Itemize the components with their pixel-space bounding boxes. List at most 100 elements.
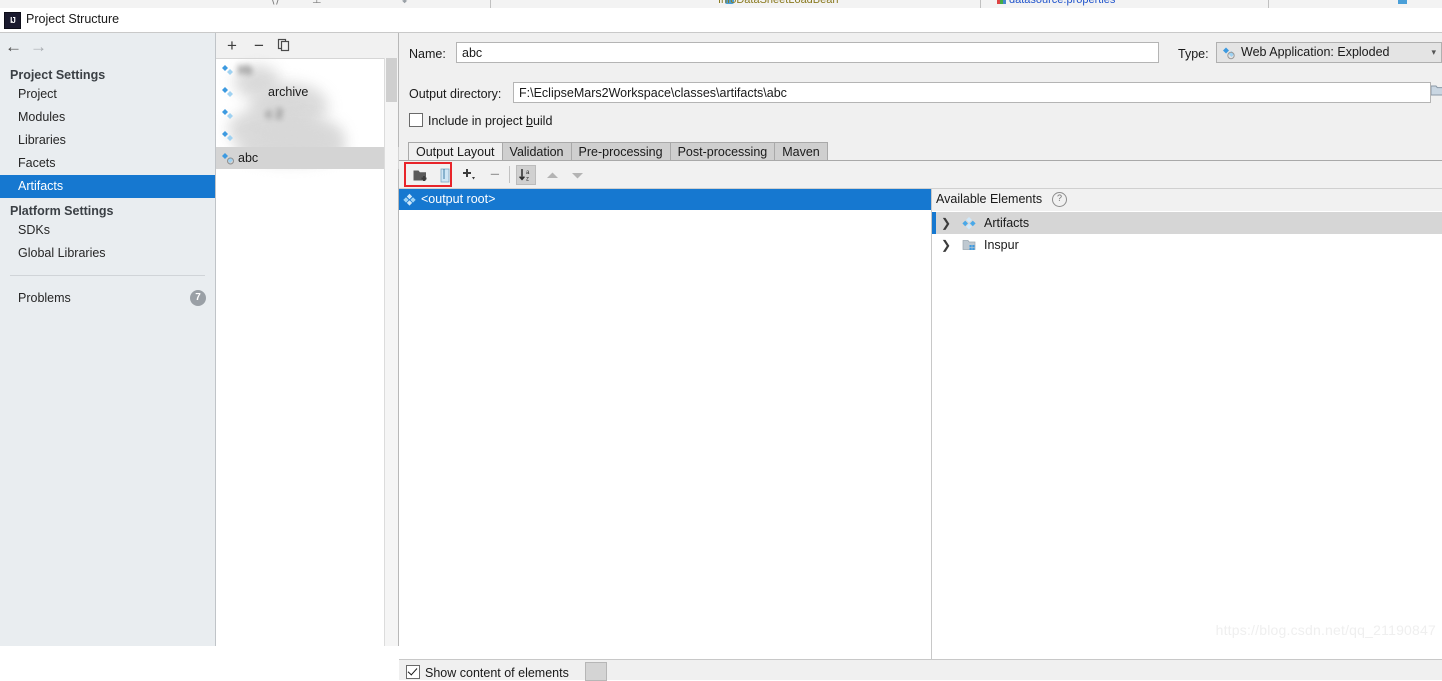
type-label: Type: — [1178, 47, 1209, 61]
sidebar-divider — [10, 275, 205, 276]
list-item-label: lrb — [238, 63, 252, 77]
tab-post-processing[interactable]: Post-processing — [669, 142, 775, 161]
sidebar-item-facets[interactable]: Facets — [0, 152, 215, 175]
remove-artifact-button[interactable]: − — [249, 35, 269, 55]
available-element-label: Artifacts — [984, 216, 1030, 230]
available-element-artifacts[interactable]: ❯ Artifacts — [932, 212, 1442, 234]
artifact-icon — [221, 85, 235, 99]
create-archive-button[interactable] — [436, 165, 454, 185]
artifact-details-panel: Name: abc Type: Web Application: Explode… — [399, 33, 1442, 681]
remove-element-button[interactable]: − — [485, 165, 505, 185]
sort-az-icon: a z — [519, 169, 530, 182]
footer-button[interactable] — [585, 662, 607, 681]
help-icon[interactable]: ? — [1052, 192, 1067, 207]
list-item-label: c 2 — [266, 107, 283, 121]
sidebar-item-libraries[interactable]: Libraries — [0, 129, 215, 152]
name-label: Name: — [409, 47, 446, 61]
checkbox-box[interactable] — [409, 113, 423, 127]
artifact-tabs: Output Layout Validation Pre-processing Pos… — [408, 142, 828, 161]
sidebar-group-project-settings: Project Settings — [10, 68, 106, 82]
show-content-of-elements-checkbox[interactable]: Show content of elements — [406, 665, 569, 680]
add-copy-of-button[interactable] — [459, 165, 481, 185]
artifact-icon — [221, 151, 235, 165]
background-glyph-2: ⊥ — [312, 0, 322, 6]
artifact-icon — [221, 63, 235, 77]
available-element-label: Inspur — [984, 238, 1019, 252]
artifacts-list-panel: + − lrb archive c 2 abc — [216, 33, 420, 647]
sidebar-item-modules[interactable]: Modules — [0, 106, 215, 129]
arrow-right-icon[interactable]: → — [30, 38, 47, 55]
include-in-build-label: Include in project build — [428, 114, 553, 128]
sidebar-item-label: Problems — [18, 291, 71, 305]
page-title: Project Structure — [26, 12, 120, 26]
artifact-icon — [221, 107, 235, 121]
toolbar-separator — [509, 166, 510, 183]
sidebar-item-global-libraries[interactable]: Global Libraries — [0, 242, 215, 265]
triangle-up-icon — [546, 172, 558, 178]
tab-maven[interactable]: Maven — [774, 142, 828, 161]
chevron-down-icon[interactable]: ▾ — [1431, 43, 1436, 62]
triangle-down-icon — [571, 172, 583, 178]
available-elements-title: Available Elements — [936, 192, 1043, 206]
output-directory-label: Output directory: — [409, 87, 502, 101]
available-element-inspur[interactable]: ❯ Inspur — [932, 234, 1442, 256]
list-item-label: abc — [238, 151, 259, 165]
name-input[interactable]: abc — [456, 42, 1159, 63]
background-divider-1 — [490, 0, 491, 8]
output-root-label: <output root> — [421, 192, 496, 206]
background-glyph-1: ⟨⟩ — [271, 0, 280, 6]
background-tab-1[interactable]: InfoDataSheetLoadBean — [718, 0, 839, 6]
show-content-label: Show content of elements — [425, 666, 569, 680]
copy-artifact-button[interactable] — [274, 35, 294, 55]
sidebar-group-platform-settings: Platform Settings — [10, 204, 114, 218]
output-directory-input[interactable]: F:\EclipseMars2Workspace\classes\artifac… — [513, 82, 1431, 103]
tab-pre-processing[interactable]: Pre-processing — [570, 142, 670, 161]
settings-sidebar: ← → Project Settings Project Modules Lib… — [0, 33, 216, 646]
scrollbar-thumb[interactable] — [386, 58, 397, 102]
tab-validation[interactable]: Validation — [501, 142, 571, 161]
background-divider-3 — [1268, 0, 1269, 8]
plus-dropdown-icon — [463, 169, 475, 180]
artifacts-scrollbar[interactable] — [384, 58, 398, 646]
archive-icon — [440, 168, 449, 182]
sidebar-item-problems[interactable]: Problems 7 — [0, 285, 215, 311]
chevron-right-icon[interactable]: ❯ — [941, 212, 951, 234]
create-directory-button[interactable] — [409, 165, 433, 185]
watermark: https://blog.csdn.net/qq_21190847 — [1215, 622, 1436, 638]
artifact-icon — [221, 129, 235, 143]
tab-output-layout[interactable]: Output Layout — [408, 142, 502, 161]
artifacts-tree[interactable]: lrb archive c 2 abc — [216, 59, 420, 647]
include-in-build-checkbox[interactable]: Include in project build — [409, 113, 552, 131]
background-divider-2 — [980, 0, 981, 8]
chevron-right-icon[interactable]: ❯ — [941, 234, 951, 256]
layout-footer: Show content of elements — [399, 659, 1442, 681]
output-root-node[interactable]: <output root> — [399, 189, 931, 210]
copy-icon — [277, 38, 290, 52]
add-artifact-button[interactable]: + — [222, 35, 242, 55]
move-up-button[interactable] — [542, 165, 562, 185]
background-tab-2[interactable]: datasource.properties — [1009, 0, 1115, 6]
window-titlebar: IJ Project Structure — [0, 8, 1442, 32]
folder-browse-icon[interactable] — [1431, 83, 1442, 98]
background-tab-icon-3 — [1398, 0, 1407, 4]
type-value: Web Application: Exploded — [1241, 45, 1390, 59]
artifact-node-icon — [962, 216, 976, 230]
sort-alphabetically-button[interactable]: a z — [516, 165, 536, 185]
sidebar-item-artifacts[interactable]: Artifacts — [0, 175, 215, 198]
sidebar-nav-bar: ← → — [0, 33, 215, 62]
background-tab-icon-2 — [997, 0, 1006, 4]
background-glyph-3: ⬇ — [400, 0, 410, 6]
move-down-button[interactable] — [567, 165, 587, 185]
arrow-left-icon[interactable]: ← — [5, 38, 22, 55]
project-structure-window: ⟨⟩ ⊥ ⬇ InfoDataSheetLoadBean datasource.… — [0, 0, 1442, 681]
available-elements-header: Available Elements ? — [932, 189, 1442, 212]
type-combobox[interactable]: Web Application: Exploded ▾ — [1216, 42, 1442, 63]
sidebar-item-project[interactable]: Project — [0, 83, 215, 106]
sidebar-item-sdks[interactable]: SDKs — [0, 219, 215, 242]
output-layout-tree[interactable]: <output root> — [399, 189, 932, 659]
artifacts-toolbar: + − — [216, 33, 398, 59]
list-item-label: archive — [268, 85, 309, 99]
output-layout-toolbar: − a z — [399, 161, 1442, 189]
checkbox-box[interactable] — [406, 665, 420, 679]
list-item[interactable]: lrb — [216, 59, 398, 81]
